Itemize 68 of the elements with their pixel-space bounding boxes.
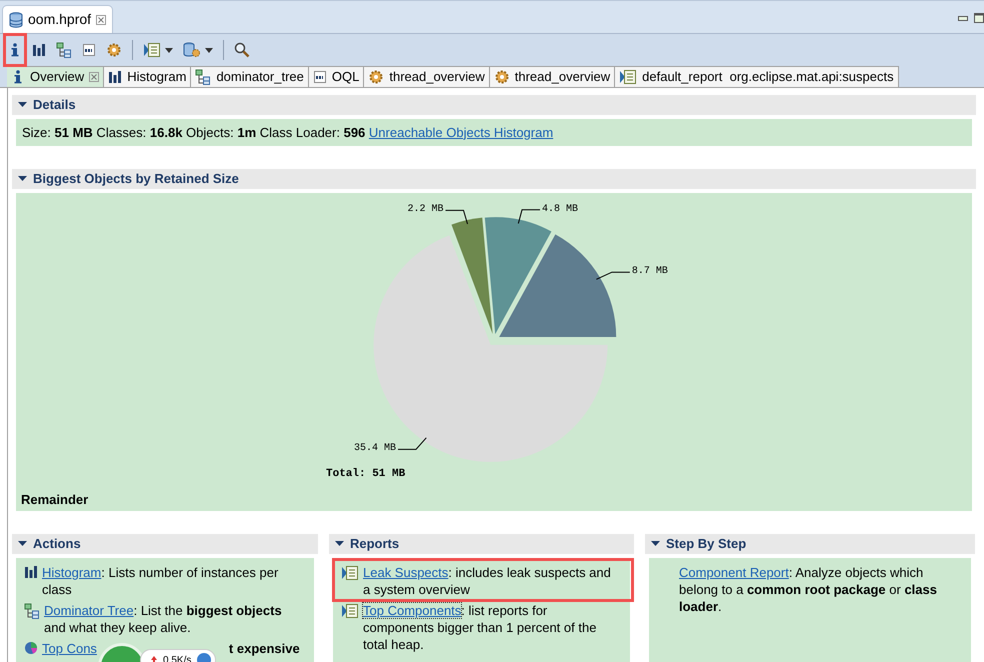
- view-tab[interactable]: thread_overview: [364, 66, 490, 87]
- chart-legend-label: Remainder: [21, 490, 88, 508]
- view-tab[interactable]: thread_overview: [490, 66, 616, 87]
- leader-line: [398, 437, 427, 450]
- report-icon: [341, 565, 359, 581]
- view-tab[interactable]: default_report org.eclipse.mat.api:suspects: [615, 66, 899, 87]
- section-header: Step By Step: [645, 534, 975, 554]
- pie-icon: [24, 641, 38, 655]
- item-description: Leak Suspects: includes leak suspects and a system overview: [363, 564, 612, 598]
- value-label: 4.8 MB: [542, 204, 578, 215]
- item-description: t expensive: [228, 640, 300, 657]
- link[interactable]: Leak Suspects: [363, 565, 448, 580]
- bar-chart-icon: [24, 565, 38, 579]
- link[interactable]: Top Cons: [42, 640, 97, 657]
- collapse-caret-icon[interactable]: [18, 102, 27, 108]
- editor-tab[interactable]: oom.hprof: [2, 5, 114, 33]
- item-description: Component Report: Analyze objects which belong to a common root package or class loader.: [679, 564, 938, 615]
- section-header: Biggest Objects by Retained Size: [12, 169, 976, 189]
- collapse-caret-icon[interactable]: [651, 541, 660, 547]
- database-icon: [9, 12, 23, 28]
- minimize-icon[interactable]: [958, 16, 968, 20]
- link[interactable]: Component Report: [679, 565, 789, 580]
- toolbar-button[interactable]: [3, 33, 27, 67]
- upload-arrow-icon: [151, 656, 157, 662]
- bar-chart-icon: [108, 70, 122, 84]
- chart-total: Total: 51 MB: [326, 469, 406, 480]
- bar-chart-icon: [32, 43, 46, 57]
- link[interactable]: Dominator Tree: [44, 603, 134, 618]
- report-icon: [341, 603, 359, 619]
- link[interactable]: Histogram: [42, 565, 102, 580]
- close-icon[interactable]: [89, 72, 100, 82]
- collapse-caret-icon[interactable]: [18, 541, 27, 547]
- search-icon: [234, 42, 250, 58]
- dropdown-caret-icon: [205, 48, 213, 52]
- maximize-icon[interactable]: [974, 13, 984, 23]
- report-icon: [143, 42, 161, 58]
- value-label: 2.2 MB: [408, 205, 444, 216]
- gear-icon: [106, 42, 122, 58]
- item-description: Dominator Tree: List the biggest objects and what they keep alive.: [44, 602, 283, 636]
- item-description: Top Components: list reports for components bigger than 1 percent of the total heap.: [363, 602, 598, 653]
- view-tab[interactable]: OQL: [308, 66, 364, 87]
- view-tab[interactable]: dominator_tree: [191, 66, 309, 87]
- section-header: Reports: [329, 534, 634, 554]
- document-icon: [82, 43, 96, 57]
- report-icon: [619, 69, 638, 85]
- gear-icon: [494, 69, 510, 85]
- close-icon[interactable]: [96, 14, 106, 24]
- details-summary: Size: 51 MB Classes: 16.8k Objects: 1m Class Loader: 596 Unreachable Objects Histogram: [22, 124, 554, 142]
- document-icon: [312, 70, 327, 84]
- value-label: 8.7 MB: [632, 267, 668, 278]
- link[interactable]: Top Components: [363, 603, 462, 618]
- tree-icon: [56, 42, 72, 58]
- collapse-caret-icon[interactable]: [18, 176, 27, 182]
- tree-icon: [24, 603, 40, 619]
- leader-line: [445, 210, 468, 224]
- leader-line: [596, 272, 630, 280]
- section-header: Actions: [12, 534, 318, 554]
- database-gear-icon: [183, 42, 201, 58]
- view-tab[interactable]: Histogram: [104, 66, 192, 87]
- view-tab[interactable]: Overview: [7, 66, 104, 87]
- collapse-caret-icon[interactable]: [335, 541, 344, 547]
- link[interactable]: Unreachable Objects Histogram: [368, 124, 554, 140]
- value-label: 35.4 MB: [354, 444, 396, 454]
- section-header: Details: [12, 95, 976, 115]
- dropdown-caret-icon: [165, 48, 173, 52]
- tree-icon: [195, 69, 212, 85]
- gear-icon: [368, 69, 384, 85]
- leader-line: [518, 209, 541, 224]
